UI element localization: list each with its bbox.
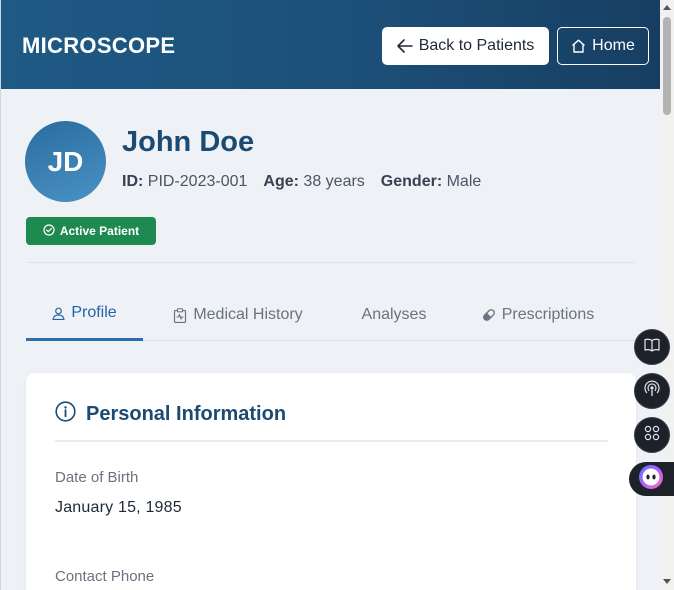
card-title-rule — [55, 440, 608, 442]
user-icon — [52, 307, 65, 320]
header-divider — [26, 262, 636, 263]
patient-avatar: JD — [25, 121, 106, 202]
scroll-thumb[interactable] — [663, 17, 671, 115]
back-to-patients-label: Back to Patients — [418, 37, 535, 54]
patient-name: John Doe — [122, 126, 255, 158]
arrow-left-icon — [396, 39, 413, 53]
field-label-contact-phone: Contact Phone — [55, 568, 155, 585]
card-title: Personal Information — [55, 401, 286, 428]
tab-profile-label: Profile — [71, 304, 117, 321]
patient-gender: Gender: Male — [380, 173, 482, 190]
tab-analyses-label: Analyses — [361, 306, 427, 323]
info-icon — [55, 401, 76, 428]
clipboard-icon — [173, 307, 187, 323]
pill-icon — [482, 308, 496, 322]
scroll-down-arrow-icon[interactable] — [663, 579, 671, 584]
patient-id: ID: PID-2023-001 — [122, 173, 248, 190]
scroll-up-arrow-icon[interactable] — [663, 5, 671, 10]
side-assistant-button[interactable] — [629, 462, 674, 496]
home-icon — [571, 39, 586, 53]
home-label: Home — [592, 37, 635, 54]
broadcast-icon — [643, 380, 661, 403]
book-icon — [644, 338, 660, 357]
top-navigation-bar: MICROSCOPE Back to Patients Home — [1, 0, 660, 89]
apps-grid-icon — [644, 425, 660, 446]
side-broadcast-button[interactable] — [634, 373, 670, 409]
assistant-bot-icon — [638, 464, 664, 495]
status-badge-label: Active Patient — [59, 224, 140, 238]
status-badge: Active Patient — [26, 217, 156, 245]
page-scrollbar[interactable] — [660, 0, 674, 590]
personal-information-card: Personal Information Date of Birth Janua… — [26, 373, 636, 590]
tab-profile[interactable]: Profile — [26, 290, 143, 341]
tab-prescriptions[interactable]: Prescriptions — [472, 290, 604, 340]
side-book-button[interactable] — [634, 329, 670, 365]
side-apps-button[interactable] — [634, 417, 670, 453]
tab-medical-history[interactable]: Medical History — [163, 290, 313, 340]
tab-prescriptions-label: Prescriptions — [501, 306, 595, 323]
patient-age: Age: 38 years — [263, 173, 365, 190]
tab-medical-history-label: Medical History — [193, 306, 303, 323]
brand-logo-text[interactable]: MICROSCOPE — [22, 33, 175, 59]
patient-tabs: Profile Medical History Analyses Prescri… — [26, 290, 636, 341]
patient-meta: ID: PID-2023-001 Age: 38 years Gender: M… — [122, 173, 481, 191]
field-label-date-of-birth: Date of Birth — [55, 469, 139, 486]
home-button[interactable]: Home — [557, 27, 649, 65]
back-to-patients-button[interactable]: Back to Patients — [382, 27, 549, 65]
tab-analyses[interactable]: Analyses — [346, 290, 442, 340]
card-title-label: Personal Information — [86, 403, 287, 425]
check-circle-icon — [43, 223, 55, 239]
field-value-date-of-birth: January 15, 1985 — [55, 499, 182, 516]
page-viewport: MICROSCOPE Back to Patients Home JD John… — [0, 0, 660, 590]
